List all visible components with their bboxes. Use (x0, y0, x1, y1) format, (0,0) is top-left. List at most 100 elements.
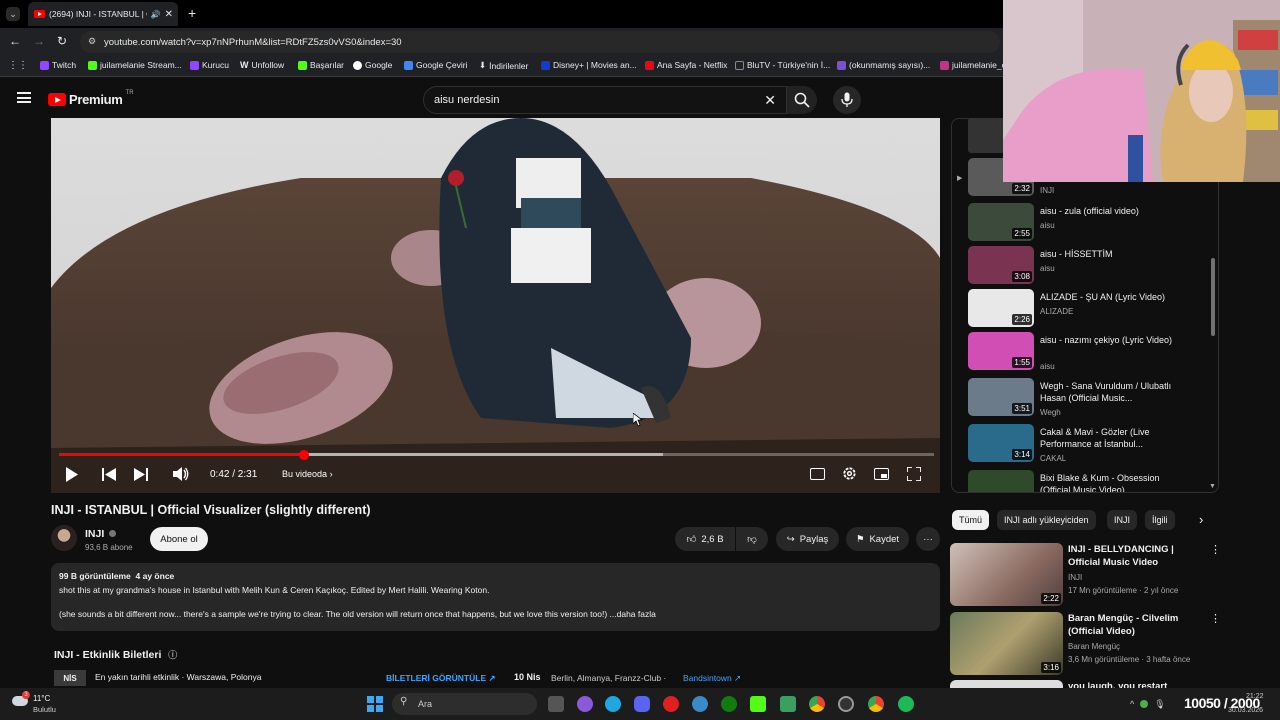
chip-uploader[interactable]: INJI adlı yükleyiciden (997, 510, 1096, 530)
playlist-thumbnail: 3:14 (968, 424, 1034, 462)
weather-widget[interactable]: 3 11°C Bulutlu (12, 691, 72, 715)
description-box[interactable]: 99 B görüntüleme 4 ay önce shot this at … (51, 563, 940, 631)
more-vert-icon[interactable]: ⋮ (1210, 543, 1221, 556)
volume-icon[interactable] (173, 466, 189, 482)
task-view-icon[interactable] (548, 696, 564, 712)
playlist-item[interactable]: 3:51 Wegh - Sana Vuruldum / Ulubatlı Hasa… (968, 378, 1208, 420)
github-desktop-icon[interactable] (577, 696, 593, 712)
miniplayer-icon[interactable] (874, 468, 889, 480)
back-icon[interactable]: ← (9, 34, 21, 48)
playlist-item-channel: aisu (1040, 362, 1055, 371)
playlist-item[interactable]: 3:14 Cakal & Mavi - Gözler (Live Performa… (968, 424, 1208, 466)
chapter-button[interactable]: Bu videoda › (282, 469, 333, 479)
bandsintown-link[interactable]: Bandsintown ↗ (683, 673, 741, 684)
chip-related[interactable]: İlgili (1145, 510, 1175, 530)
related-video[interactable]: 3:16 Baran Mengüç - Cilvelim (Official V… (950, 612, 1230, 676)
fullscreen-icon[interactable] (907, 467, 921, 481)
bookmark-netflix[interactable]: Ana Sayfa - Netflix (645, 60, 727, 70)
related-video[interactable]: you laugh, you restart (950, 680, 1230, 688)
search-input[interactable]: aisu nerdesin ✕ (423, 86, 787, 114)
play-icon[interactable] (65, 467, 79, 482)
share-button[interactable]: ↪ Paylaş (776, 527, 839, 551)
related-video[interactable]: 2:22 INJI - BELLYDANCING | Official Musi… (950, 543, 1230, 607)
xbox-icon[interactable] (721, 696, 737, 712)
dislike-button[interactable]: 👎︎ (736, 527, 768, 551)
bookmark-translate[interactable]: Google Çeviri (404, 60, 468, 70)
channel-avatar[interactable] (51, 525, 77, 551)
scroll-down-icon[interactable]: ▼ (1209, 483, 1216, 490)
forward-icon[interactable]: → (33, 34, 45, 48)
search-button[interactable] (787, 86, 817, 114)
site-info-icon[interactable]: ⚙ (88, 36, 96, 47)
obs-icon[interactable] (838, 696, 854, 712)
opera-icon[interactable] (663, 696, 679, 712)
bookmark-google[interactable]: Google (353, 60, 392, 70)
bookmark-kurucu[interactable]: Kurucu (190, 60, 229, 70)
youtube-logo[interactable]: Premium TR (48, 90, 134, 107)
taskbar-search[interactable]: ⚲ Ara (392, 693, 537, 715)
video-player[interactable] (51, 118, 940, 493)
discord-icon[interactable] (634, 696, 650, 712)
address-bar[interactable]: ⚙ youtube.com/watch?v=xp7nNPrhunM&list=R… (80, 31, 1000, 53)
playlist-item[interactable]: 2:26 ALIZADE - ŞU AN (Lyric Video) ALIZADE (968, 289, 1208, 331)
voice-search-button[interactable] (833, 86, 861, 114)
file-icon[interactable] (780, 696, 796, 712)
netflix-icon (645, 60, 654, 70)
chrome-icon-2[interactable] (868, 696, 884, 712)
bookmark-unread[interactable]: (okunmamış sayısı)... (837, 60, 930, 70)
next-icon[interactable] (134, 468, 148, 481)
reload-icon[interactable]: ↻ (57, 34, 67, 48)
bookmark-juilamelanie[interactable]: juilamelanie_c (940, 60, 1006, 70)
playlist-item-title: Bixi Blake & Kum - Obsession (Official M… (1040, 473, 1160, 492)
spotify-icon[interactable] (898, 696, 914, 712)
bookmark-disney[interactable]: Disney+ | Movies an... (541, 60, 637, 70)
system-tray[interactable]: ^ 🎙︎ (1130, 696, 1190, 712)
playlist-scrollbar[interactable] (1211, 258, 1215, 336)
duration-badge: 1:55 (1012, 357, 1032, 368)
more-actions-button[interactable]: ··· (916, 527, 940, 551)
apps-icon[interactable]: ⋮⋮ (8, 60, 28, 71)
chevron-right-icon[interactable]: › (1199, 512, 1203, 527)
tab-close-icon[interactable]: ✕ (165, 9, 173, 20)
browser-tab-active[interactable]: (2694) INJI - ISTANBUL | Of 🔊 ✕ (28, 2, 178, 26)
view-tickets-link[interactable]: BİLETLERİ GÖRÜNTÜLE ↗ (386, 673, 496, 684)
subtitles-icon[interactable] (810, 468, 825, 480)
new-tab-icon[interactable]: + (188, 5, 196, 21)
playlist-item[interactable]: 1:55 aisu - nazımı çekiyo (Lyric Video) ai… (968, 332, 1208, 374)
bookmark-stream[interactable]: juilamelanie Stream... (88, 60, 182, 70)
playlist-item[interactable]: Bixi Blake & Kum - Obsession (Official M… (968, 470, 1208, 492)
chip-all[interactable]: Tümü (952, 510, 990, 530)
playlist-thumbnail: 2:26 (968, 289, 1034, 327)
speaker-icon[interactable]: 🔊 (151, 10, 161, 19)
scrubber-handle[interactable] (299, 449, 309, 460)
like-button[interactable]: 👍︎ 2,6 B (675, 527, 735, 551)
kick-app-icon[interactable] (750, 696, 766, 712)
bookmark-basarilar[interactable]: Başarılar (298, 60, 344, 70)
chip-inji[interactable]: INJI (1107, 510, 1138, 530)
info-icon[interactable]: ⓘ (168, 650, 177, 660)
playlist-thumb-top[interactable] (968, 118, 1004, 153)
webcam-overlay (1003, 0, 1280, 182)
clear-search-icon[interactable]: ✕ (764, 92, 776, 109)
edge-icon[interactable] (605, 696, 621, 712)
tab-search-icon[interactable]: ⌄ (6, 7, 20, 21)
app-icon[interactable] (692, 696, 708, 712)
bookmark-twitch[interactable]: Twitch (40, 60, 76, 70)
subscribe-button[interactable]: Abone ol (150, 527, 208, 551)
playlist-item[interactable]: 3:08 aisu - HİSSETTİM aisu (968, 246, 1208, 288)
more-vert-icon[interactable]: ⋮ (1210, 612, 1221, 625)
save-button[interactable]: ⚑ Kaydet (846, 527, 909, 551)
progress-bar[interactable] (59, 449, 934, 460)
channel-name[interactable]: INJI (85, 528, 117, 540)
playlist-item[interactable]: 2:55 aisu - zula (official video) aisu (968, 203, 1208, 245)
bookmark-blutv[interactable]: BluTV - Türkiye'nin İ... (735, 60, 830, 70)
duration-badge: 2:26 (1012, 314, 1032, 325)
bookmark-unfollow[interactable]: W Unfollow (240, 60, 284, 70)
settings-gear-icon[interactable] (842, 466, 857, 481)
previous-icon[interactable] (102, 468, 116, 481)
bookmark-downloads[interactable]: ⬇ İndirilenler (479, 60, 528, 71)
start-button[interactable] (367, 696, 383, 712)
menu-icon[interactable] (17, 92, 31, 103)
duration-badge: 3:16 (1041, 662, 1061, 673)
chrome-icon[interactable] (809, 696, 825, 712)
